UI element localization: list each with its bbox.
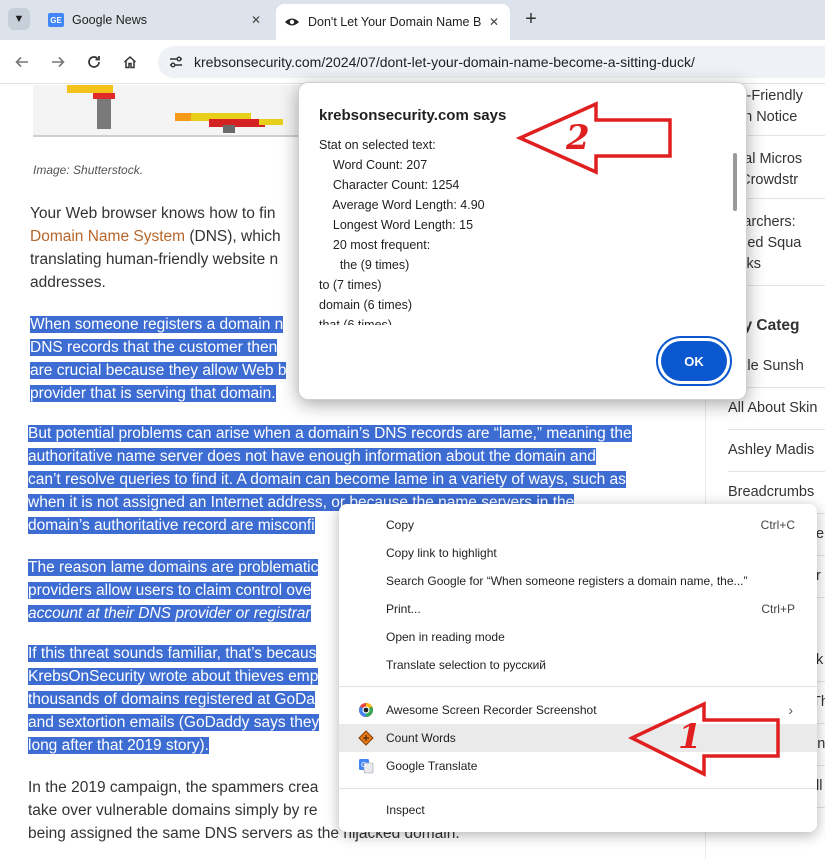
site-info-icon[interactable] [166, 52, 186, 72]
browser-toolbar: krebsonsecurity.com/2024/07/dont-let-you… [0, 40, 825, 84]
category-link[interactable]: e [816, 526, 824, 542]
google-news-icon: GE [48, 12, 64, 28]
tab-google-news[interactable]: GE Google News ✕ [40, 4, 272, 36]
url-text: krebsonsecurity.com/2024/07/dont-let-you… [194, 54, 695, 70]
count-words-icon [357, 729, 375, 747]
back-button[interactable] [10, 50, 34, 74]
menu-separator [339, 686, 817, 687]
category-link[interactable]: k [816, 652, 823, 668]
tab-krebs-article[interactable]: Don't Let Your Domain Name B ✕ [276, 4, 510, 40]
ok-button[interactable]: OK [661, 341, 727, 381]
category-link[interactable]: All About Skin [728, 400, 817, 416]
tab-strip: ▼ GE Google News ✕ Don't Let Your Domain… [0, 0, 825, 40]
paragraph-problematic: The reason lame domains are problematic … [28, 559, 319, 622]
address-bar[interactable]: krebsonsecurity.com/2024/07/dont-let-you… [158, 46, 825, 78]
menu-item-search-google[interactable]: Search Google for “When someone register… [339, 567, 817, 595]
tab-search-button[interactable]: ▼ [8, 8, 30, 30]
paragraph-registration: When someone registers a domain n DNS re… [30, 316, 287, 402]
menu-item-copy-link-to-highlight[interactable]: Copy link to highlight [339, 539, 817, 567]
annotation-number-2: 2 [566, 118, 590, 158]
tab-title: Google News [72, 13, 148, 27]
new-tab-button[interactable]: + [520, 9, 542, 31]
reload-button[interactable] [82, 50, 106, 74]
close-icon[interactable]: ✕ [484, 12, 504, 32]
home-icon [123, 55, 137, 69]
menu-item-print[interactable]: Print... Ctrl+P [339, 595, 817, 623]
paragraph-threat-familiar: If this threat sounds familiar, that’s b… [28, 645, 320, 754]
annotation-arrow-2 [516, 101, 672, 175]
domain-name-system-link[interactable]: Domain Name System [30, 228, 185, 245]
context-menu: Copy Ctrl+C Copy link to highlight Searc… [339, 504, 817, 832]
annotation-number-1: 1 [678, 717, 702, 757]
category-link[interactable]: Breadcrumbs [728, 484, 814, 500]
close-icon[interactable]: ✕ [246, 10, 266, 30]
menu-item-reading-mode[interactable]: Open in reading mode [339, 623, 817, 651]
annotation-arrow-1 [628, 701, 780, 777]
image-caption: Image: Shutterstock. [33, 163, 144, 177]
svg-text:G: G [361, 761, 366, 769]
dialog-scrollbar[interactable] [733, 153, 737, 211]
menu-item-translate-selection[interactable]: Translate selection to русский [339, 651, 817, 679]
menu-separator [339, 788, 817, 789]
dialog-title: krebsonsecurity.com says [319, 107, 507, 124]
krebs-favicon-icon [284, 14, 300, 30]
home-button[interactable] [118, 50, 142, 74]
google-translate-icon: G [357, 757, 375, 775]
menu-item-copy[interactable]: Copy Ctrl+C [339, 511, 817, 539]
forward-arrow-icon [52, 56, 65, 68]
forward-button[interactable] [46, 50, 70, 74]
category-link[interactable]: Ashley Madis [728, 442, 814, 458]
submenu-chevron-icon: › [788, 702, 793, 718]
screen-recorder-icon [357, 701, 375, 719]
reload-icon [88, 56, 100, 68]
back-arrow-icon [15, 56, 28, 68]
paragraph-dns-intro: Your Web browser knows how to fin Domain… [30, 205, 281, 291]
tab-title: Don't Let Your Domain Name B [308, 15, 482, 29]
chevron-down-icon: ▼ [13, 13, 25, 25]
menu-item-inspect[interactable]: Inspect [339, 796, 817, 824]
